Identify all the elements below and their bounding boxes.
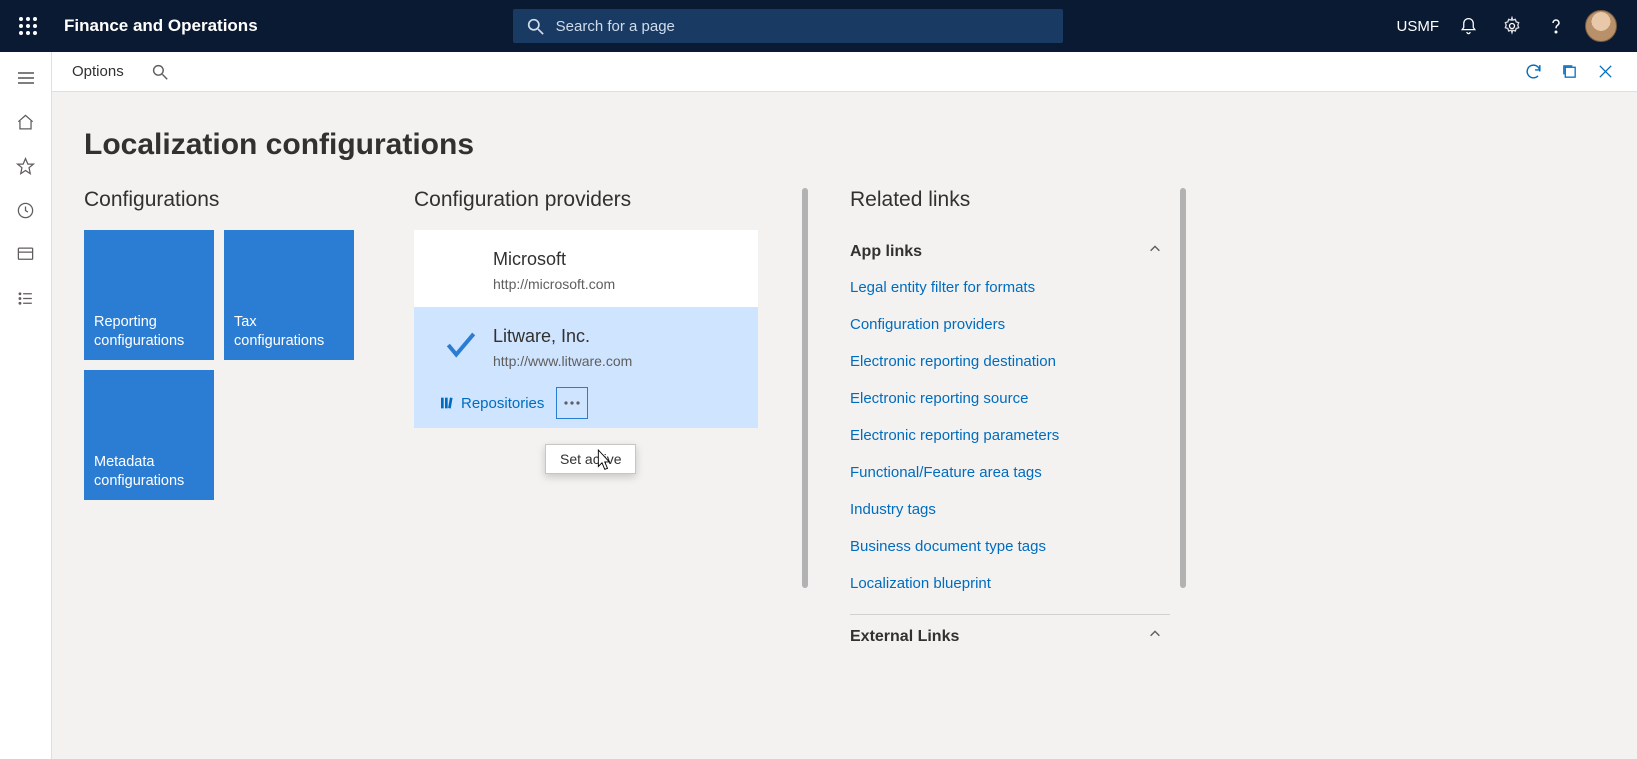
topbar: Finance and Operations Search for a page… bbox=[0, 0, 1637, 52]
tile-metadata-configurations[interactable]: Metadata configurations bbox=[84, 370, 214, 500]
workspace-icon bbox=[16, 245, 35, 264]
search-icon bbox=[527, 18, 544, 35]
section-title-related: Related links bbox=[850, 188, 1170, 212]
left-rail bbox=[0, 52, 52, 759]
provider-card-litware[interactable]: Litware, Inc. http://www.litware.com Rep… bbox=[414, 307, 758, 428]
refresh-button[interactable] bbox=[1515, 54, 1551, 90]
link-localization-blueprint[interactable]: Localization blueprint bbox=[850, 565, 1170, 602]
section-title-providers: Configuration providers bbox=[414, 188, 758, 212]
link-functional-tags[interactable]: Functional/Feature area tags bbox=[850, 454, 1170, 491]
notifications-button[interactable] bbox=[1453, 11, 1483, 41]
action-pane: Options bbox=[52, 52, 1637, 92]
bell-icon bbox=[1459, 17, 1478, 36]
close-icon bbox=[1597, 63, 1614, 80]
provider-card-microsoft[interactable]: Microsoft http://microsoft.com bbox=[414, 230, 758, 307]
company-selector[interactable]: USMF bbox=[1397, 18, 1440, 35]
popout-icon bbox=[1561, 63, 1578, 80]
rail-home-button[interactable] bbox=[6, 102, 46, 142]
list-icon bbox=[16, 289, 35, 308]
provider-name: Litware, Inc. bbox=[493, 326, 743, 347]
link-er-destination[interactable]: Electronic reporting destination bbox=[850, 343, 1170, 380]
app-launcher-button[interactable] bbox=[8, 6, 48, 46]
ellipsis-icon bbox=[564, 401, 580, 405]
more-actions-menu: Set active bbox=[545, 444, 636, 474]
help-button[interactable] bbox=[1541, 11, 1571, 41]
popout-button[interactable] bbox=[1551, 54, 1587, 90]
chevron-up-icon bbox=[1148, 627, 1162, 641]
star-icon bbox=[16, 157, 35, 176]
app-title: Finance and Operations bbox=[64, 16, 258, 36]
related-group-external-links[interactable]: External Links bbox=[850, 625, 1170, 654]
repository-icon bbox=[439, 395, 455, 411]
rail-favorites-button[interactable] bbox=[6, 146, 46, 186]
rail-workspaces-button[interactable] bbox=[6, 234, 46, 274]
search-placeholder: Search for a page bbox=[556, 18, 675, 35]
search-icon bbox=[152, 64, 168, 80]
menu-item-set-active[interactable]: Set active bbox=[560, 451, 621, 467]
link-er-source[interactable]: Electronic reporting source bbox=[850, 380, 1170, 417]
gear-icon bbox=[1502, 16, 1522, 36]
rail-recent-button[interactable] bbox=[6, 190, 46, 230]
provider-url: http://microsoft.com bbox=[493, 276, 743, 292]
rail-modules-button[interactable] bbox=[6, 278, 46, 318]
page-title: Localization configurations bbox=[84, 128, 1637, 162]
tile-tax-configurations[interactable]: Tax configurations bbox=[224, 230, 354, 360]
waffle-icon bbox=[19, 17, 37, 35]
scrollbar-providers[interactable] bbox=[802, 188, 808, 588]
section-title-configurations: Configurations bbox=[84, 188, 414, 212]
hamburger-icon bbox=[17, 71, 35, 85]
link-business-doc-tags[interactable]: Business document type tags bbox=[850, 528, 1170, 565]
settings-button[interactable] bbox=[1497, 11, 1527, 41]
repositories-button[interactable]: Repositories bbox=[433, 391, 550, 416]
related-group-app-links[interactable]: App links bbox=[850, 240, 1170, 269]
home-icon bbox=[16, 113, 35, 132]
link-er-parameters[interactable]: Electronic reporting parameters bbox=[850, 417, 1170, 454]
search-box[interactable]: Search for a page bbox=[513, 9, 1063, 43]
link-configuration-providers[interactable]: Configuration providers bbox=[850, 306, 1170, 343]
user-avatar[interactable] bbox=[1585, 10, 1617, 42]
topbar-right: USMF bbox=[1397, 10, 1630, 42]
action-search-button[interactable] bbox=[144, 56, 176, 88]
link-legal-entity-filter[interactable]: Legal entity filter for formats bbox=[850, 269, 1170, 306]
scrollbar-links[interactable] bbox=[1180, 188, 1186, 588]
question-icon bbox=[1547, 17, 1565, 35]
rail-expand-button[interactable] bbox=[6, 58, 46, 98]
tile-reporting-configurations[interactable]: Reporting configurations bbox=[84, 230, 214, 360]
provider-name: Microsoft bbox=[493, 249, 743, 270]
more-actions-button[interactable] bbox=[556, 387, 588, 419]
checkmark-icon bbox=[442, 326, 480, 364]
options-button[interactable]: Options bbox=[66, 59, 130, 84]
refresh-icon bbox=[1524, 62, 1543, 81]
clock-icon bbox=[16, 201, 35, 220]
link-industry-tags[interactable]: Industry tags bbox=[850, 491, 1170, 528]
close-button[interactable] bbox=[1587, 54, 1623, 90]
provider-url: http://www.litware.com bbox=[493, 353, 743, 369]
chevron-up-icon bbox=[1148, 242, 1162, 256]
